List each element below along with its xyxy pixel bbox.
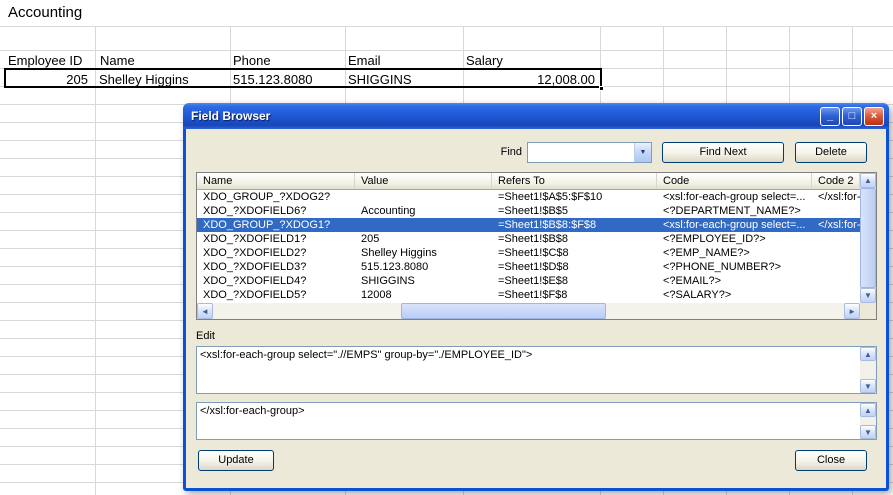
cell-code: <xsl:for-each-group select=... [663, 191, 806, 203]
cell-code: <?PHONE_NUMBER?> [663, 261, 781, 273]
scroll-left-icon[interactable]: ◄ [197, 303, 213, 319]
hscroll-track[interactable] [213, 303, 844, 319]
find-input[interactable]: ▼ [527, 142, 652, 163]
cell-name: XDO_?XDOFIELD6? [203, 205, 307, 217]
cell-refers: =Sheet1!$D$8 [498, 261, 569, 273]
vscroll-thumb[interactable] [860, 188, 876, 288]
sheet-header-phone[interactable]: Phone [233, 52, 271, 68]
cell-value: Accounting [361, 205, 416, 217]
cell-value: Shelley Higgins [361, 247, 437, 259]
cell-name: XDO_?XDOFIELD1? [203, 233, 307, 245]
table-vertical-scrollbar[interactable]: ▲ ▼ [860, 173, 876, 303]
cell-code2 [812, 288, 860, 302]
field-table-row[interactable]: XDO_?XDOFIELD1? 205 =Sheet1!$B$8 <?EMPLO… [197, 232, 860, 246]
column-header-refers-to[interactable]: Refers To [492, 173, 657, 189]
column-header-value[interactable]: Value [355, 173, 492, 189]
maximize-icon[interactable]: □ [842, 106, 862, 126]
scroll-right-icon[interactable]: ► [844, 303, 861, 319]
cell-name: XDO_GROUP_?XDOG1? [203, 219, 331, 231]
cell-refers: =Sheet1!$E$8 [498, 275, 569, 287]
cell-code2 [812, 204, 860, 218]
cell-refers: =Sheet1!$F$8 [498, 289, 568, 301]
cell-code2 [812, 274, 860, 288]
minimize-icon[interactable]: _ [820, 106, 840, 126]
cell-value: 515.123.8080 [361, 261, 429, 273]
scroll-up-icon[interactable]: ▲ [860, 403, 876, 417]
field-table-row[interactable]: XDO_?XDOFIELD3? 515.123.8080 =Sheet1!$D$… [197, 260, 860, 274]
cell-name: XDO_?XDOFIELD4? [203, 275, 307, 287]
cell-value: SHIGGINS [361, 275, 415, 287]
cell-code: <?DEPARTMENT_NAME?> [663, 205, 801, 217]
column-header-code[interactable]: Code [657, 173, 812, 189]
cell-value: 205 [361, 233, 380, 245]
scroll-up-icon[interactable]: ▲ [860, 173, 876, 188]
fill-handle[interactable] [599, 86, 604, 91]
scroll-up-icon[interactable]: ▲ [860, 347, 876, 361]
cell-code2 [812, 260, 860, 274]
edit-scrollbar[interactable]: ▲ ▼ [860, 403, 876, 439]
cell-refers: =Sheet1!$B$8 [498, 233, 569, 245]
edit-code-input[interactable]: <xsl:for-each-group select=".//EMPS" gro… [196, 346, 877, 394]
column-header-code2[interactable]: Code 2 [812, 173, 861, 189]
edit-label: Edit [196, 330, 215, 342]
scroll-down-icon[interactable]: ▼ [860, 425, 876, 439]
field-browser-dialog: Field Browser _ □ × Find ▼ Find Next Del… [183, 103, 889, 491]
cell-code2: </xsl:for-each... [818, 191, 861, 203]
close-button[interactable]: Close [795, 450, 867, 471]
edit-code-value[interactable]: <xsl:for-each-group select=".//EMPS" gro… [200, 349, 858, 361]
dialog-title: Field Browser [191, 109, 271, 123]
sheet-header-email[interactable]: Email [348, 52, 381, 68]
cell-code: <?EMP_NAME?> [663, 247, 750, 259]
field-table-header: Name Value Refers To Code Code 2 [197, 173, 861, 190]
sheet-header-salary[interactable]: Salary [466, 52, 503, 68]
selection-border [4, 68, 602, 88]
field-table-row[interactable]: XDO_GROUP_?XDOG1? =Sheet1!$B$8:$F$8 <xsl… [197, 218, 861, 232]
update-button[interactable]: Update [198, 450, 274, 471]
edit-code2-value[interactable]: </xsl:for-each-group> [200, 405, 858, 417]
cell-code: <xsl:for-each-group select=... [663, 219, 806, 231]
cell-code: <?EMPLOYEE_ID?> [663, 233, 766, 245]
sheet-header-name[interactable]: Name [100, 52, 135, 68]
find-next-button[interactable]: Find Next [662, 142, 784, 163]
cell-name: XDO_GROUP_?XDOG2? [203, 191, 331, 203]
cell-refers: =Sheet1!$A$5:$F$10 [498, 191, 603, 203]
cell-name: XDO_?XDOFIELD2? [203, 247, 307, 259]
cell-value: 12008 [361, 289, 392, 301]
field-table-row[interactable]: XDO_GROUP_?XDOG2? =Sheet1!$A$5:$F$10 <xs… [197, 190, 860, 204]
dialog-titlebar[interactable]: Field Browser _ □ × [183, 103, 889, 129]
field-table-row[interactable]: XDO_?XDOFIELD4? SHIGGINS =Sheet1!$E$8 <?… [197, 274, 860, 288]
cell-name: XDO_?XDOFIELD5? [203, 289, 307, 301]
field-table-row[interactable]: XDO_?XDOFIELD5? 12008 =Sheet1!$F$8 <?SAL… [197, 288, 860, 302]
cell-refers: =Sheet1!$C$8 [498, 247, 569, 259]
scroll-down-icon[interactable]: ▼ [860, 288, 876, 303]
cell-refers: =Sheet1!$B$5 [498, 205, 569, 217]
find-label: Find [500, 146, 522, 158]
table-horizontal-scrollbar[interactable]: ◄ ► [197, 303, 861, 319]
cell-code2: </xsl:for-each [818, 219, 861, 231]
cell-code2 [812, 232, 860, 246]
cell-code2 [812, 246, 860, 260]
sheet-cell-accounting[interactable]: Accounting [8, 3, 82, 21]
cell-code: <?EMAIL?> [663, 275, 722, 287]
field-table-row[interactable]: XDO_?XDOFIELD6? Accounting =Sheet1!$B$5 … [197, 204, 860, 218]
field-table: Name Value Refers To Code Code 2 XDO_GRO… [196, 172, 877, 320]
cell-code: <?SALARY?> [663, 289, 732, 301]
field-table-row[interactable]: XDO_?XDOFIELD2? Shelley Higgins =Sheet1!… [197, 246, 860, 260]
column-header-name[interactable]: Name [197, 173, 355, 189]
find-input-value[interactable] [528, 143, 634, 162]
close-icon[interactable]: × [864, 106, 884, 126]
edit-scrollbar[interactable]: ▲ ▼ [860, 347, 876, 393]
cell-value [355, 218, 492, 232]
scroll-down-icon[interactable]: ▼ [860, 379, 876, 393]
delete-button[interactable]: Delete [795, 142, 867, 163]
cell-name: XDO_?XDOFIELD3? [203, 261, 307, 273]
cell-value [355, 190, 492, 204]
scrollbar-corner [860, 303, 876, 319]
sheet-header-employee-id[interactable]: Employee ID [8, 52, 82, 68]
chevron-down-icon[interactable]: ▼ [634, 143, 651, 162]
hscroll-thumb[interactable] [401, 303, 606, 319]
cell-refers: =Sheet1!$B$8:$F$8 [498, 219, 597, 231]
edit-code2-input[interactable]: </xsl:for-each-group> ▲ ▼ [196, 402, 877, 440]
